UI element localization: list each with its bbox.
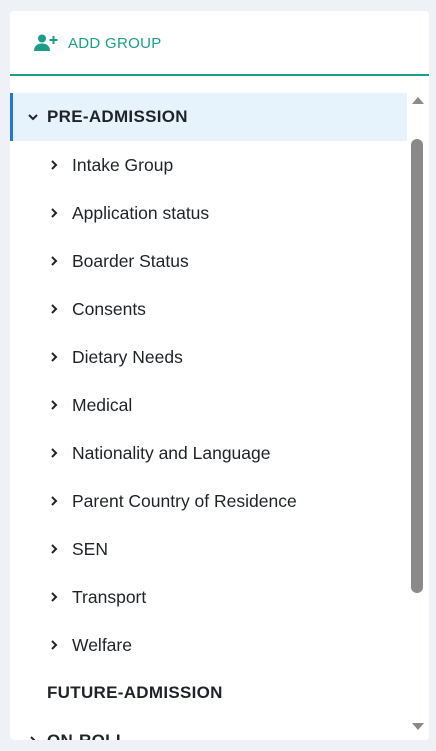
tree-item-label: Medical (72, 394, 133, 415)
tree-group-label: FUTURE-ADMISSION (47, 683, 223, 702)
chevron-right-icon[interactable] (48, 447, 60, 459)
tree-item-label: Boarder Status (72, 250, 189, 271)
chevron-right-icon[interactable] (48, 591, 60, 603)
header-divider (10, 74, 429, 76)
chevron-right-icon[interactable] (48, 159, 60, 171)
tree-item-label: Parent Country of Residence (72, 490, 297, 511)
tree-item-transport[interactable]: Transport (10, 573, 407, 621)
tree-item-label: Consents (72, 298, 146, 319)
tree-item-medical[interactable]: Medical (10, 381, 407, 429)
tree-group-label: PRE-ADMISSION (47, 107, 188, 126)
chevron-right-icon[interactable] (48, 207, 60, 219)
chevron-right-icon[interactable] (48, 399, 60, 411)
groups-panel: ADD GROUP PRE-ADMISSION Intake Group App… (10, 11, 429, 740)
scroll-up-arrow-icon[interactable] (410, 93, 426, 107)
chevron-right-icon[interactable] (48, 255, 60, 267)
tree-item-label: SEN (72, 538, 108, 559)
chevron-right-icon[interactable] (48, 303, 60, 315)
chevron-down-icon[interactable] (27, 111, 39, 123)
tree-item-application-status[interactable]: Application status (10, 189, 407, 237)
tree-item-consents[interactable]: Consents (10, 285, 407, 333)
tree-item-intake-group[interactable]: Intake Group (10, 141, 407, 189)
scroll-down-arrow-icon[interactable] (410, 720, 426, 734)
add-user-icon (34, 34, 58, 51)
add-group-label: ADD GROUP (68, 34, 162, 52)
tree-item-label: Transport (72, 586, 147, 607)
chevron-right-icon[interactable] (48, 543, 60, 555)
tree-item-label: Nationality and Language (72, 442, 271, 463)
tree-item-boarder-status[interactable]: Boarder Status (10, 237, 407, 285)
chevron-right-icon[interactable] (48, 639, 60, 651)
chevron-right-icon[interactable] (48, 495, 60, 507)
tree-item-welfare[interactable]: Welfare (10, 621, 407, 669)
tree-group-pre-admission[interactable]: PRE-ADMISSION (10, 93, 407, 141)
tree-item-nationality-language[interactable]: Nationality and Language (10, 429, 407, 477)
tree-group-on-roll[interactable]: ON-ROLL (10, 717, 407, 740)
scrollbar-thumb[interactable] (411, 139, 423, 593)
chevron-right-icon[interactable] (27, 735, 39, 740)
tree-item-label: Application status (72, 202, 210, 223)
vertical-scrollbar[interactable] (407, 93, 429, 740)
add-group-button[interactable]: ADD GROUP (10, 11, 429, 75)
tree-group-label: ON-ROLL (47, 731, 127, 740)
chevron-right-icon[interactable] (48, 351, 60, 363)
tree-group-future-admission[interactable]: FUTURE-ADMISSION (10, 669, 407, 717)
tree-item-dietary-needs[interactable]: Dietary Needs (10, 333, 407, 381)
tree-item-sen[interactable]: SEN (10, 525, 407, 573)
tree-item-label: Dietary Needs (72, 346, 183, 367)
tree-item-parent-country[interactable]: Parent Country of Residence (10, 477, 407, 525)
group-tree: PRE-ADMISSION Intake Group Application s… (10, 93, 407, 740)
tree-item-label: Intake Group (72, 154, 174, 175)
tree-item-label: Welfare (72, 634, 132, 655)
